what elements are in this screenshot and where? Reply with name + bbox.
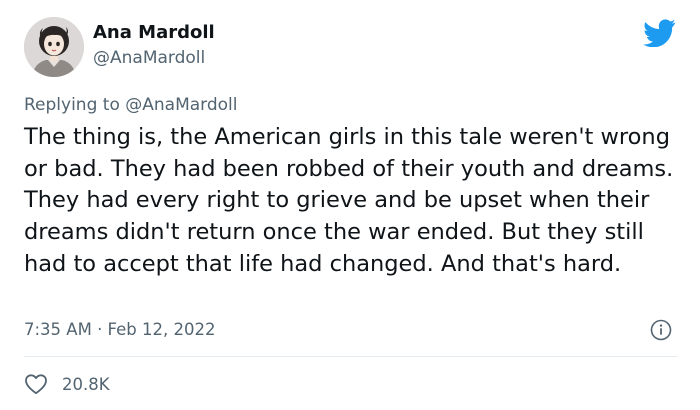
avatar[interactable] xyxy=(24,17,84,77)
twitter-bird-icon[interactable] xyxy=(643,19,676,47)
like-button[interactable]: 20.8K xyxy=(24,372,110,396)
divider xyxy=(24,356,678,357)
tweet-timestamp[interactable]: 7:35 AM · Feb 12, 2022 xyxy=(24,320,216,339)
tweet-text: The thing is, the American girls in this… xyxy=(24,124,674,277)
author-handle[interactable]: @AnaMardoll xyxy=(93,48,205,68)
heart-icon xyxy=(25,374,47,395)
like-count: 20.8K xyxy=(62,374,110,394)
reply-mention-link[interactable]: @AnaMardoll xyxy=(125,95,237,115)
info-icon[interactable] xyxy=(650,319,672,341)
replying-prefix: Replying to xyxy=(24,95,126,115)
avatar-illustration xyxy=(24,17,84,77)
replying-to: Replying to @AnaMardoll xyxy=(24,95,238,115)
author-name[interactable]: Ana Mardoll xyxy=(93,22,215,43)
